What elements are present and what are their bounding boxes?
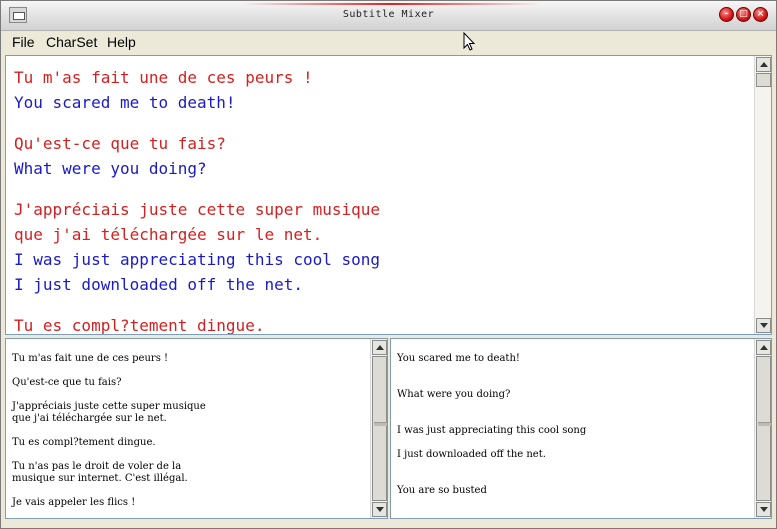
scroll-up-button[interactable] <box>756 340 771 355</box>
mixed-line: You scared me to death! <box>14 93 236 112</box>
mouse-cursor-icon <box>463 32 476 51</box>
menu-file[interactable]: File <box>12 34 35 50</box>
scroll-thumb[interactable] <box>756 73 771 87</box>
menu-help[interactable]: Help <box>107 34 136 50</box>
mixed-line: J'appréciais juste cette super musique <box>14 200 381 219</box>
mixed-scrollbar[interactable] <box>754 56 771 334</box>
arrow-down-icon <box>376 507 384 512</box>
scroll-grip <box>758 422 771 426</box>
french-subtitle-text[interactable]: Tu m'as fait une de ces peurs ! Qu'est-c… <box>6 339 369 518</box>
english-line: I was just appreciating this cool song <box>397 425 587 436</box>
english-subtitle-text[interactable]: You scared me to death! What were you do… <box>391 339 753 518</box>
arrow-down-icon <box>760 323 768 328</box>
arrow-down-icon <box>760 507 768 512</box>
scroll-down-button[interactable] <box>372 502 387 517</box>
menu-help-label: Help <box>107 34 136 50</box>
mixed-subtitle-pane[interactable]: Tu m'as fait une de ces peurs ! You scar… <box>5 55 772 335</box>
scroll-up-button[interactable] <box>372 340 387 355</box>
mixed-line: I was just appreciating this cool song <box>14 250 381 269</box>
mixed-line: que j'ai téléchargée sur le net. <box>14 225 323 244</box>
french-line: Tu m'as fait une de ces peurs ! <box>12 353 169 364</box>
french-line: Tu n'as pas le droit de voler de la <box>12 461 182 472</box>
maximize-button[interactable]: □ <box>736 7 751 22</box>
title-accent-line <box>241 3 541 5</box>
window-title: Subtitle Mixer <box>342 9 435 20</box>
english-subtitle-pane[interactable]: You scared me to death! What were you do… <box>390 338 772 519</box>
menu-bar: File CharSet Help <box>1 31 776 53</box>
french-line: Qu'est-ce que tu fais? <box>12 377 122 388</box>
french-line: Tu es compl?tement dingue. <box>12 437 156 448</box>
mixed-line: Tu es compl?tement dingue. <box>14 316 265 334</box>
french-line: musique sur internet. C'est illégal. <box>12 473 188 484</box>
mixed-line: Tu m'as fait une de ces peurs ! <box>14 68 313 87</box>
french-line: que j'ai téléchargée sur le net. <box>12 413 167 424</box>
mixed-subtitle-text[interactable]: Tu m'as fait une de ces peurs ! You scar… <box>6 56 753 334</box>
french-line: J'appréciais juste cette super musique <box>12 401 206 412</box>
close-button[interactable]: × <box>753 7 768 22</box>
french-line: Je vais appeler les flics ! <box>12 497 136 508</box>
english-line: What were you doing? <box>397 389 511 400</box>
scroll-down-button[interactable] <box>756 502 771 517</box>
mixed-line: Qu'est-ce que tu fais? <box>14 134 226 153</box>
scroll-thumb[interactable] <box>756 356 771 501</box>
menu-charset-label: CharSet <box>46 34 98 50</box>
scroll-thumb[interactable] <box>372 356 387 501</box>
english-line: I just downloaded off the net. <box>397 449 546 460</box>
menu-file-label: File <box>12 34 35 50</box>
minimize-icon: – <box>724 9 729 19</box>
arrow-up-icon <box>760 62 768 67</box>
app-window: Subtitle Mixer – □ × File CharSet Help T… <box>0 0 777 529</box>
french-subtitle-pane[interactable]: Tu m'as fait une de ces peurs ! Qu'est-c… <box>5 338 388 519</box>
french-scrollbar[interactable] <box>370 339 387 518</box>
scroll-down-button[interactable] <box>756 318 771 333</box>
minimize-button[interactable]: – <box>719 7 734 22</box>
scroll-up-button[interactable] <box>756 57 771 72</box>
menu-charset[interactable]: CharSet <box>46 34 97 50</box>
english-line: You scared me to death! <box>397 353 520 364</box>
arrow-up-icon <box>376 345 384 350</box>
maximize-icon: □ <box>739 9 748 19</box>
title-bar[interactable]: Subtitle Mixer – □ × <box>1 1 776 31</box>
arrow-up-icon <box>760 345 768 350</box>
scroll-grip <box>374 422 387 426</box>
english-scrollbar[interactable] <box>754 339 771 518</box>
mixed-line: What were you doing? <box>14 159 207 178</box>
close-icon: × <box>756 9 765 19</box>
mixed-line: I just downloaded off the net. <box>14 275 303 294</box>
english-line: You are so busted <box>397 485 487 496</box>
